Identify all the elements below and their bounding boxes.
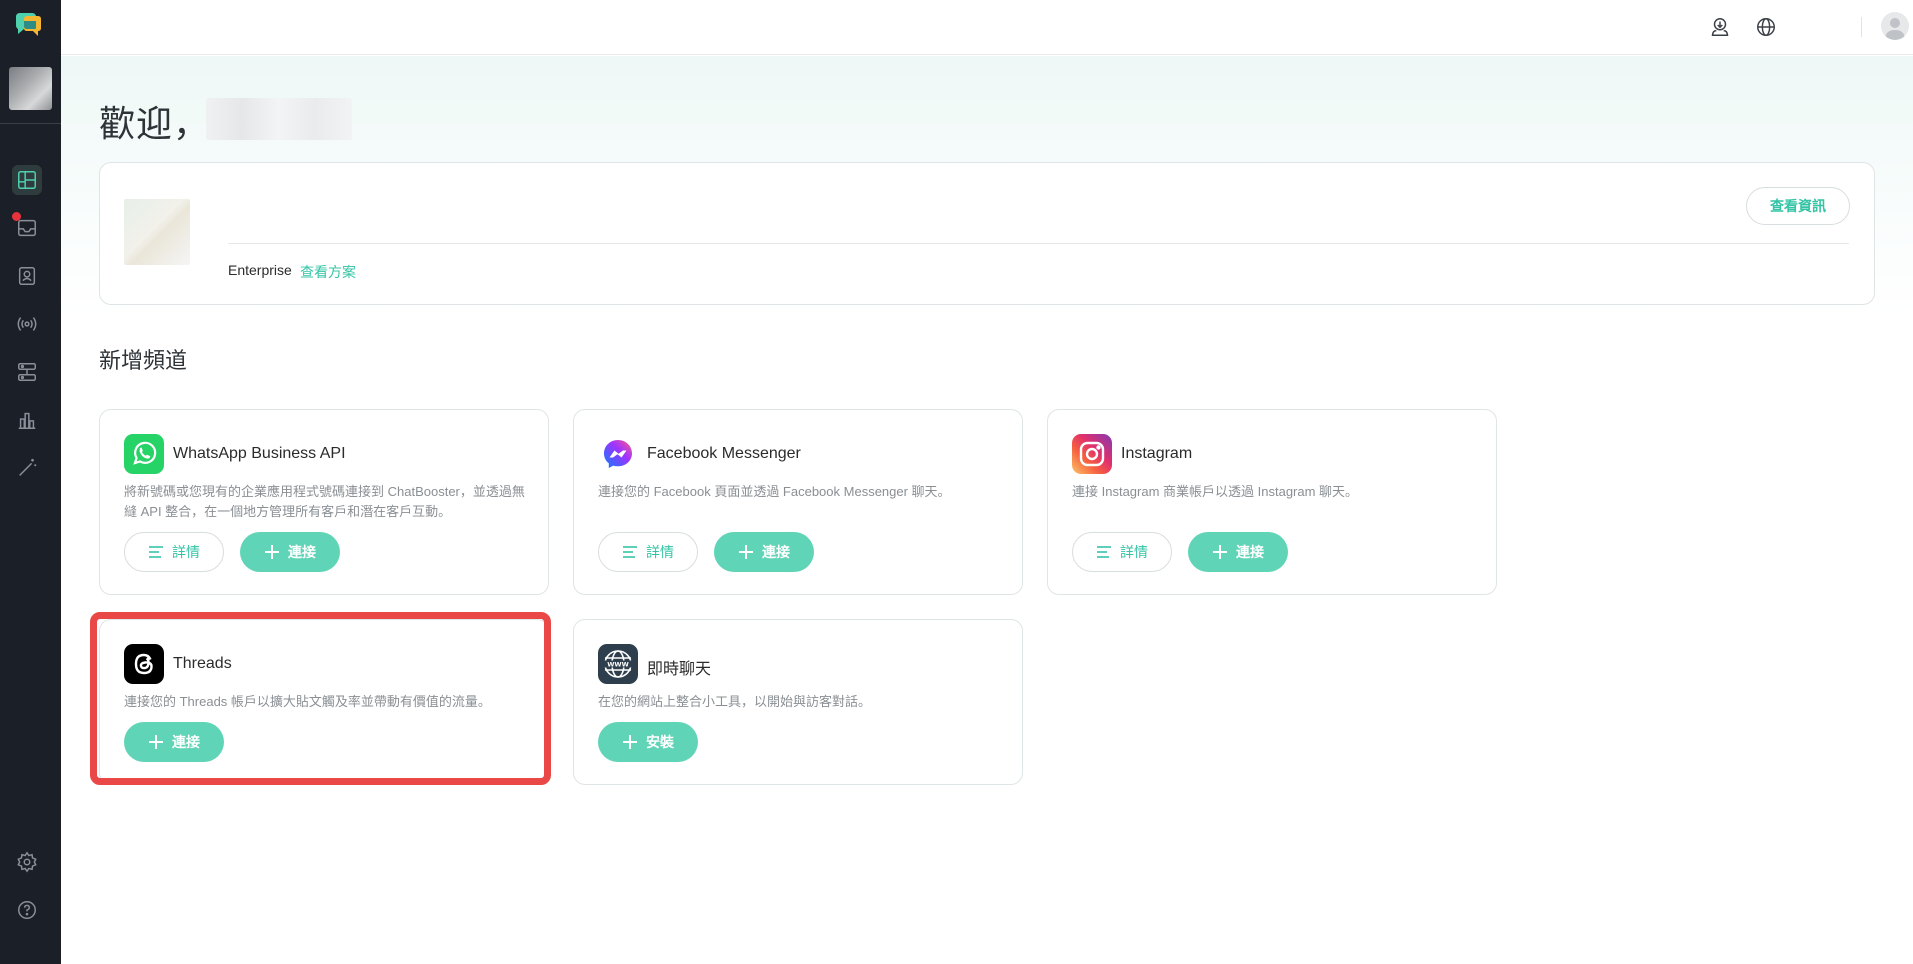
- organization-logo: [124, 199, 190, 265]
- details-label: 詳情: [1120, 544, 1148, 560]
- channel-card-instagram: Instagram 連接 Instagram 商業帳戶以透過 Instagram…: [1047, 409, 1497, 595]
- broadcast-icon: [17, 317, 37, 331]
- install-label: 安裝: [646, 734, 674, 750]
- channel-description: 連接 Instagram 商業帳戶以透過 Instagram 聊天。: [1072, 484, 1359, 499]
- details-label: 詳情: [172, 544, 200, 560]
- instagram-icon: [1072, 434, 1112, 474]
- list-icon: [1097, 546, 1111, 558]
- channel-description: 連接您的 Facebook 頁面並透過 Facebook Messenger 聊…: [598, 484, 951, 499]
- channel-name: Instagram: [1121, 445, 1193, 462]
- globe-icon: [1757, 18, 1775, 36]
- list-icon: [623, 546, 637, 558]
- tb-download-button[interactable]: [1707, 14, 1733, 40]
- channel-card-messenger: Facebook Messenger 連接您的 Facebook 頁面並透過 F…: [573, 409, 1023, 595]
- connect-button[interactable]: 連接: [240, 532, 340, 572]
- channel-card-live-chat: WWW 即時聊天 在您的網站上整合小工具，以開始與訪客對話。 安裝: [573, 619, 1023, 785]
- details-button[interactable]: 詳情: [598, 532, 698, 572]
- details-button[interactable]: 詳情: [124, 532, 224, 572]
- sidebar-item-dashboard[interactable]: [12, 165, 42, 195]
- view-plan-link[interactable]: 查看方案: [300, 262, 356, 282]
- list-icon: [149, 546, 163, 558]
- sidebar-item-contacts[interactable]: [12, 261, 42, 291]
- sidebar: [0, 0, 61, 964]
- connect-label: 連接: [1236, 544, 1264, 560]
- channel-card-whatsapp: WhatsApp Business API 將新號碼或您現有的企業應用程式號碼連…: [99, 409, 549, 595]
- connect-label: 連接: [288, 544, 316, 560]
- sidebar-item-help[interactable]: [12, 895, 42, 925]
- plus-icon: [623, 735, 637, 749]
- details-label: 詳情: [646, 544, 674, 560]
- channel-name: Threads: [173, 655, 232, 672]
- user-download-icon: [1711, 18, 1729, 36]
- help-icon: [18, 901, 36, 919]
- whatsapp-icon: [124, 434, 164, 474]
- sidebar-item-analytics[interactable]: [12, 405, 42, 435]
- sidebar-item-broadcast[interactable]: [12, 309, 42, 339]
- svg-text:WWW: WWW: [607, 661, 629, 669]
- channel-card-threads: Threads 連接您的 Threads 帳戶以擴大貼文觸及率並帶動有價值的流量…: [99, 619, 549, 785]
- organization-card: Enterprise 查看方案 查看資訊: [99, 162, 1875, 305]
- workspace-avatar[interactable]: [9, 67, 52, 110]
- notification-dot: [12, 212, 21, 221]
- dashboard-icon: [18, 171, 36, 189]
- view-info-button[interactable]: 查看資訊: [1746, 187, 1850, 225]
- connect-label: 連接: [172, 734, 200, 750]
- redacted-user-name: [206, 98, 352, 140]
- connect-label: 連接: [762, 544, 790, 560]
- add-channel-title: 新增頻道: [99, 348, 188, 373]
- app-logo-icon[interactable]: [12, 9, 44, 41]
- top-bar: [61, 0, 1913, 55]
- sidebar-divider: [0, 123, 61, 124]
- channel-description: 在您的網站上整合小工具，以開始與訪客對話。: [598, 694, 872, 709]
- contacts-icon: [18, 267, 36, 285]
- inbox-icon: [18, 219, 36, 237]
- plus-icon: [1213, 545, 1227, 559]
- plan-name: Enterprise: [228, 262, 292, 278]
- tb-language-button[interactable]: [1753, 14, 1779, 40]
- org-divider: [228, 243, 1849, 244]
- channel-description: 將新號碼或您現有的企業應用程式號碼連接到 ChatBooster，並透過無縫 A…: [124, 484, 525, 519]
- workflow-icon: [18, 363, 36, 381]
- gear-icon: [17, 851, 37, 873]
- plus-icon: [149, 735, 163, 749]
- sidebar-item-magic[interactable]: [12, 453, 42, 483]
- user-avatar-icon: [1885, 18, 1905, 40]
- details-button[interactable]: 詳情: [1072, 532, 1172, 572]
- welcome-title: 歡迎，: [99, 103, 211, 144]
- magic-wand-icon: [19, 458, 37, 476]
- sidebar-item-workflow[interactable]: [12, 357, 42, 387]
- channel-name: 即時聊天: [647, 661, 712, 678]
- messenger-icon: [598, 434, 638, 474]
- channel-name: WhatsApp Business API: [173, 445, 346, 462]
- sidebar-item-settings[interactable]: [12, 847, 42, 877]
- user-avatar[interactable]: [1881, 12, 1909, 40]
- threads-icon: [124, 644, 164, 684]
- channel-name: Facebook Messenger: [647, 445, 801, 462]
- plus-icon: [739, 545, 753, 559]
- www-globe-icon: WWW: [598, 644, 638, 684]
- topbar-separator: [1861, 17, 1862, 37]
- connect-button[interactable]: 連接: [714, 532, 814, 572]
- install-button[interactable]: 安裝: [598, 722, 698, 762]
- connect-button[interactable]: 連接: [1188, 532, 1288, 572]
- plus-icon: [265, 545, 279, 559]
- bar-chart-icon: [18, 412, 36, 429]
- channel-description: 連接您的 Threads 帳戶以擴大貼文觸及率並帶動有價值的流量。: [124, 694, 491, 709]
- connect-button[interactable]: 連接: [124, 722, 224, 762]
